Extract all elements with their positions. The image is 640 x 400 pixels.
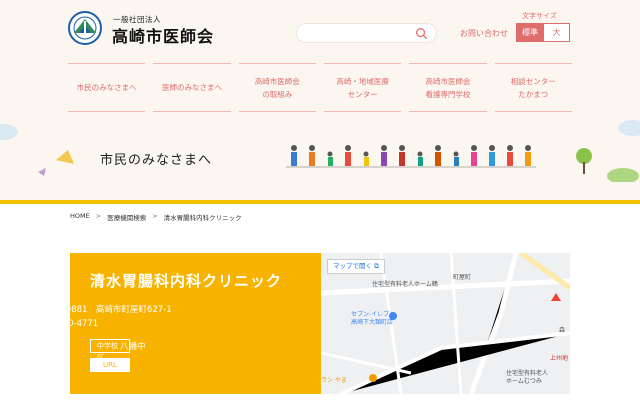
- org-name[interactable]: 高崎市医師会: [112, 23, 214, 47]
- site-header: 一般社団法人 高崎市医師会 お問い合わせ 文字サイズ 標準 大 市民のみなさまへ…: [0, 0, 640, 112]
- open-map-label: マップで開く: [333, 262, 372, 270]
- main-nav: 市民のみなさまへ 医師のみなさまへ 高崎市医師会 の取組み 高崎・地域医療 セン…: [68, 63, 572, 112]
- nav-item-citizens[interactable]: 市民のみなさまへ: [68, 63, 146, 112]
- divider: [0, 200, 640, 204]
- medical-association-logo[interactable]: [68, 11, 102, 45]
- address-text: 〒370-0881 高崎市町屋町627-1: [38, 305, 172, 315]
- nav-label: 相談センター たかまつ: [510, 76, 556, 99]
- url-button[interactable]: URL: [90, 358, 130, 372]
- contact-link[interactable]: お問い合わせ: [460, 28, 508, 39]
- font-size-large-button[interactable]: 大: [543, 23, 570, 42]
- phone-icon: [21, 319, 32, 328]
- nav-label: 市民のみなさまへ: [76, 83, 137, 92]
- people-illustration: [286, 145, 536, 168]
- bush-illustration: [607, 168, 639, 182]
- tree-illustration: [576, 148, 592, 174]
- map-embed[interactable]: マップで開く ⧉ 町屋町 住宅型有料老人ホーム鶴 セブン-イレブン 高崎下大類町…: [321, 253, 570, 394]
- nav-item-medical-center[interactable]: 高崎・地域医療 センター: [323, 63, 402, 112]
- font-size-standard-button[interactable]: 標準: [516, 23, 544, 42]
- open-map-button[interactable]: マップで開く ⧉: [327, 259, 385, 274]
- phone-text[interactable]: 027-360-4771: [38, 319, 98, 329]
- nav-item-initiatives[interactable]: 高崎市医師会 の取組み: [238, 63, 316, 112]
- map-label: 高崎下大類町店: [351, 319, 394, 326]
- map-label: ホームむつみ: [506, 378, 542, 385]
- clinic-name: 清水胃腸科内科クリニック: [90, 272, 283, 290]
- font-size-label: 文字サイズ: [522, 12, 557, 20]
- breadcrumb: HOME > 医療機関検索 > 清水胃腸科内科クリニック: [70, 212, 242, 222]
- breadcrumb-current: 清水胃腸科内科クリニック: [163, 214, 242, 222]
- clinic-phone: 027-360-4771: [21, 318, 98, 329]
- map-label: ラン やま: [321, 377, 347, 384]
- chevron-right-icon: >: [95, 212, 102, 220]
- chevron-right-icon: >: [152, 212, 158, 220]
- hero-title: 市民のみなさまへ: [100, 153, 213, 168]
- hero-banner: 市民のみなさまへ: [0, 112, 640, 201]
- breadcrumb-search[interactable]: 医療機関検索: [107, 212, 146, 222]
- clinic-address: 〒370-0881 高崎市町屋町627-1: [21, 303, 172, 315]
- nav-label: 高崎・地域医療 センター: [336, 76, 389, 99]
- breadcrumb-home[interactable]: HOME: [70, 212, 90, 222]
- clinic-card: 清水胃腸科内科クリニック: [70, 253, 321, 394]
- nav-item-nursing-school[interactable]: 高崎市医師会 看護専門学校: [409, 63, 487, 112]
- nav-label: 高崎市医師会 看護専門学校: [425, 76, 471, 99]
- school-district-value: 八幡中: [120, 342, 146, 352]
- nav-item-consultation-center[interactable]: 相談センター たかまつ: [494, 63, 572, 112]
- map-label: 上州地: [550, 355, 569, 362]
- nav-item-doctors[interactable]: 医師のみなさまへ: [153, 63, 231, 112]
- nav-label: 高崎市医師会 の取組み: [254, 76, 300, 99]
- home-icon: [21, 304, 32, 314]
- map-label: 町屋町: [453, 274, 472, 281]
- search-icon[interactable]: [415, 27, 428, 40]
- search-input[interactable]: [296, 23, 437, 43]
- map-label: 森: [559, 327, 566, 334]
- nav-label: 医師のみなさまへ: [161, 83, 222, 92]
- cloud-decoration: [618, 120, 640, 136]
- cloud-decoration: [0, 124, 18, 140]
- map-label: 住宅型有料老人ホーム鶴: [372, 281, 438, 288]
- birds-illustration: [38, 150, 74, 176]
- external-link-icon: ⧉: [374, 262, 379, 270]
